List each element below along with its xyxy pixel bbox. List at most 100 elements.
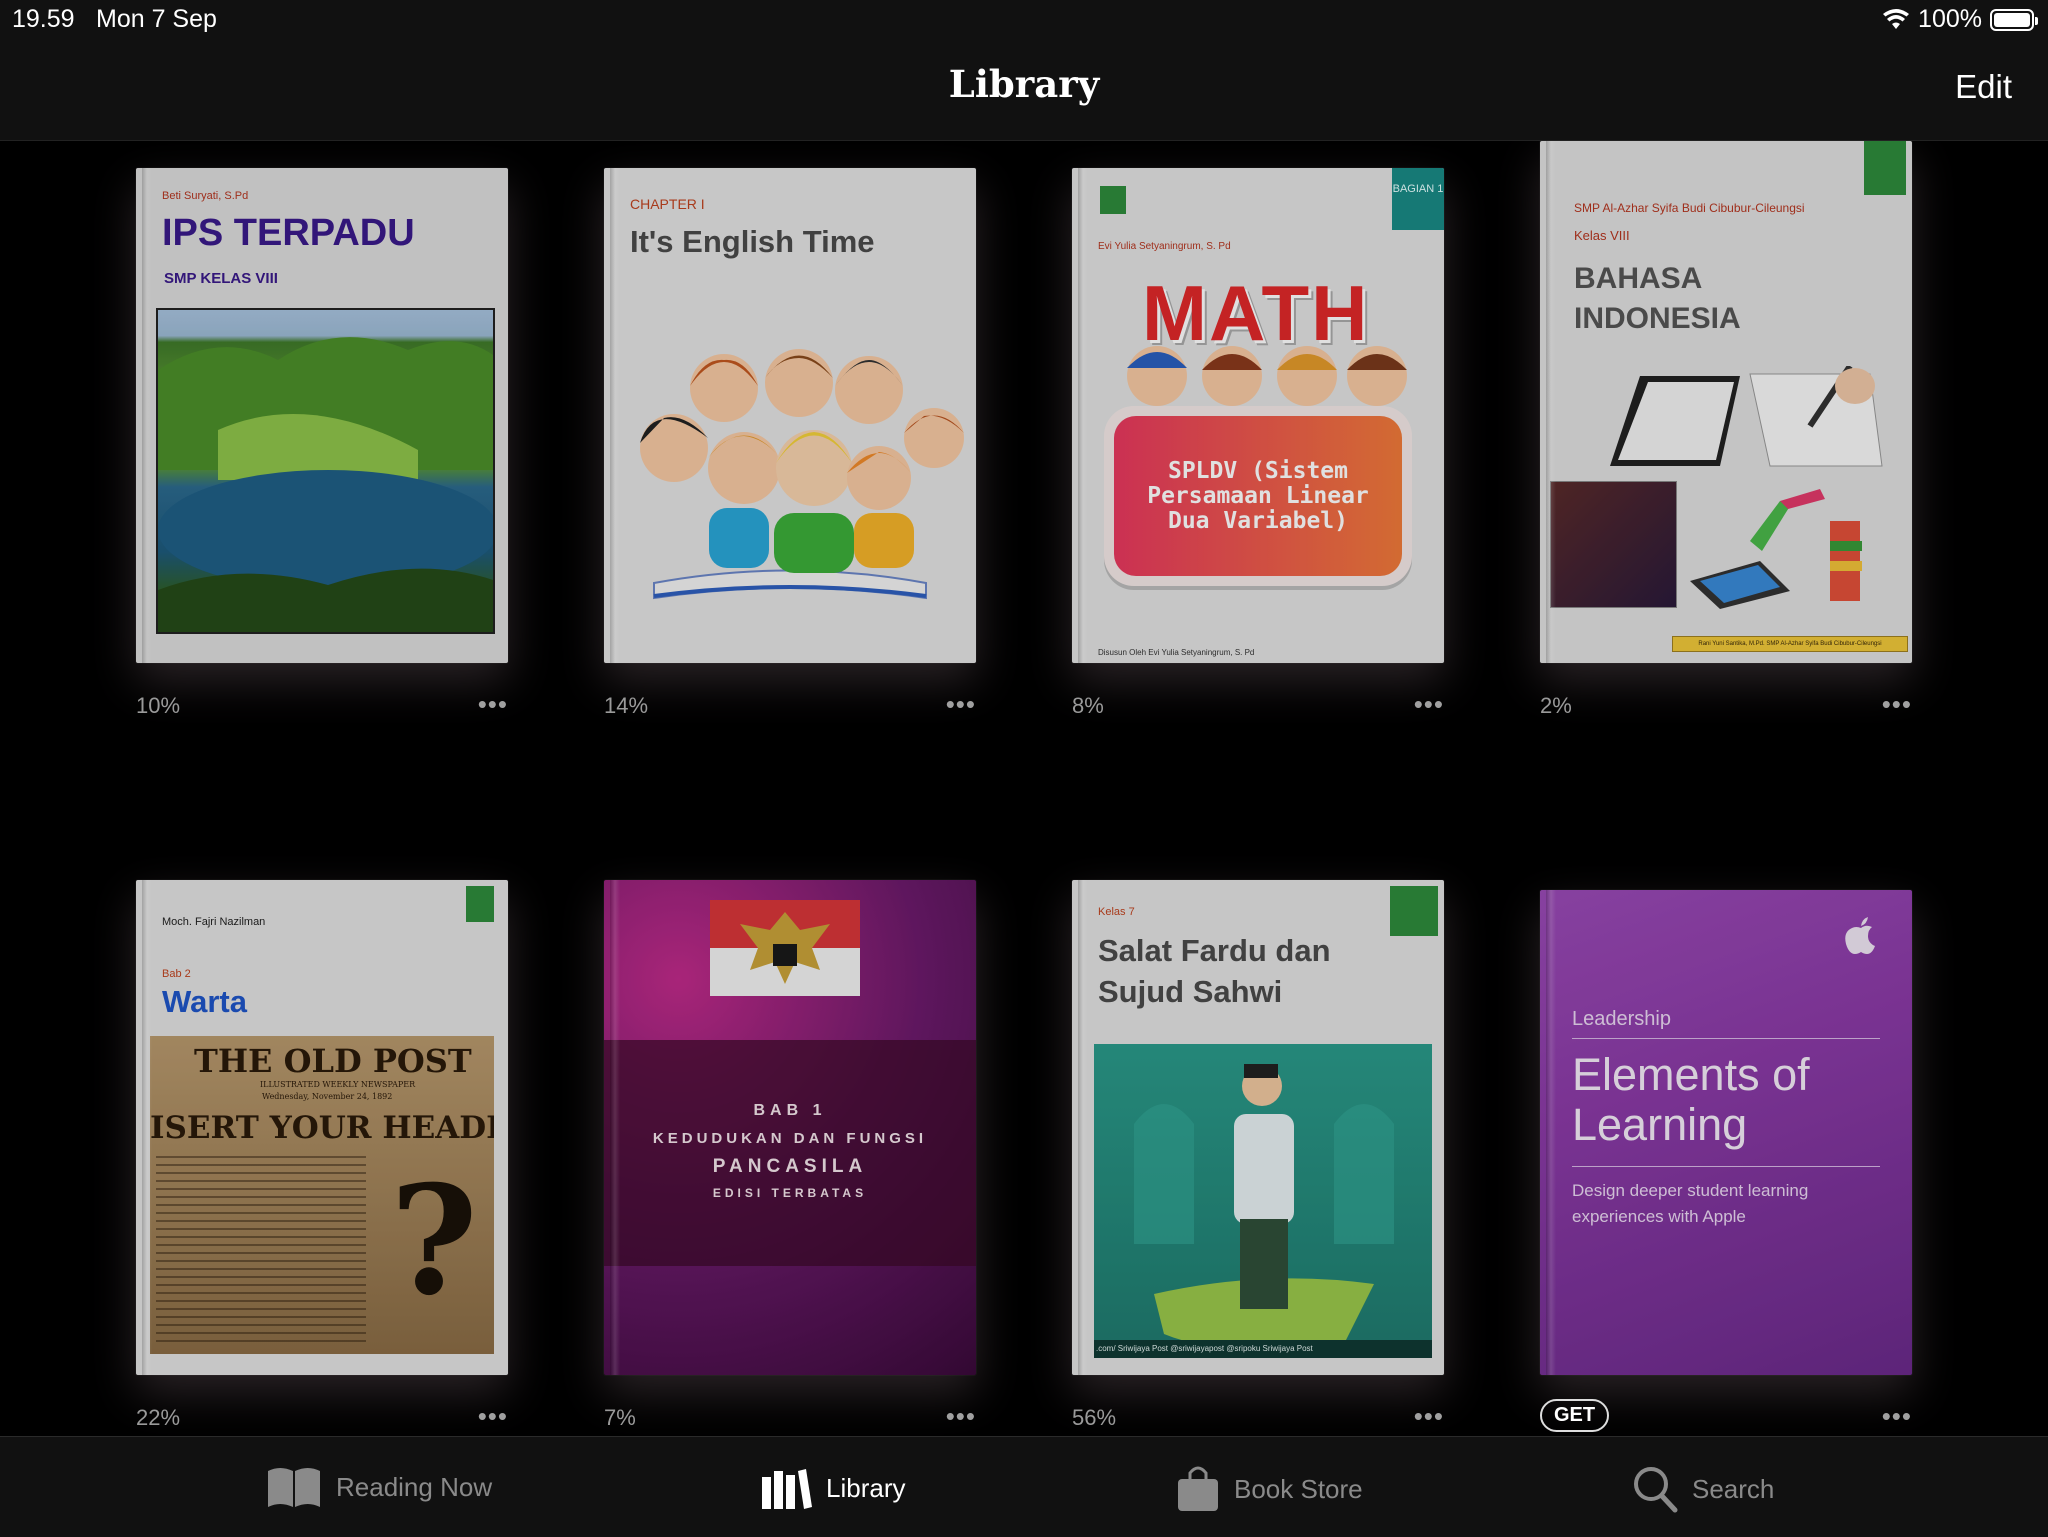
wifi-icon bbox=[1883, 8, 1910, 29]
status-bar: 19.59 Mon 7 Sep 100% bbox=[0, 0, 2048, 40]
more-options-button[interactable]: ••• bbox=[1414, 1401, 1444, 1432]
more-options-button[interactable]: ••• bbox=[1882, 1401, 1912, 1432]
cover-image-lake bbox=[156, 308, 495, 634]
divider bbox=[1572, 1166, 1880, 1167]
school-logo-icon bbox=[1864, 141, 1906, 195]
book-cover[interactable]: CHAPTER I It's English Time bbox=[604, 168, 976, 663]
book-grade: Kelas VIII bbox=[1574, 228, 1630, 243]
book-cover[interactable]: Kelas 7 Salat Fardu dan Sujud Sahwi .com… bbox=[1072, 880, 1444, 1375]
part-badge: BAGIAN 1 bbox=[1392, 168, 1444, 230]
question-mark-icon: ? bbox=[390, 1153, 478, 1329]
book-meta: GET ••• bbox=[1540, 1399, 1912, 1435]
book-chapter: BAB 1 bbox=[753, 1102, 827, 1119]
publisher-logo-icon bbox=[466, 886, 494, 922]
reading-progress: 2% bbox=[1540, 693, 1572, 718]
tab-label: Reading Now bbox=[336, 1471, 493, 1502]
tab-reading-now[interactable]: Reading Now bbox=[266, 1465, 492, 1509]
publisher-logo-icon bbox=[1100, 186, 1126, 214]
cover-illustration-kids bbox=[1112, 338, 1412, 408]
book-meta: 7% ••• bbox=[604, 1401, 976, 1435]
book-title: BAHASA INDONESIA bbox=[1574, 262, 1741, 335]
book-cover[interactable]: BAB 1 KEDUDUKAN DAN FUNGSI PANCASILA EDI… bbox=[604, 880, 976, 1375]
cover-image-newspaper: THE OLD POST ILLUSTRATED WEEKLY NEWSPAPE… bbox=[150, 1036, 494, 1354]
reading-progress: 22% bbox=[136, 1405, 181, 1430]
book-meta: 2% ••• bbox=[1540, 689, 1912, 723]
book-title: Warta bbox=[162, 984, 247, 1019]
reading-progress: 56% bbox=[1072, 1405, 1117, 1430]
book-footer: .com/ Sriwijaya Post @sriwijayapost @sri… bbox=[1094, 1340, 1432, 1358]
book-school: SMP Al-Azhar Syifa Budi Cibubur-Cileungs… bbox=[1574, 201, 1805, 215]
book-author: Evi Yulia Setyaningrum, S. Pd bbox=[1098, 241, 1231, 252]
cover-image-tablet bbox=[1600, 364, 1890, 476]
book-meta: 56% ••• bbox=[1072, 1401, 1444, 1435]
book-title: IPS TERPADU bbox=[162, 212, 415, 254]
status-date: Mon 7 Sep bbox=[96, 5, 217, 33]
book-meta: 10% ••• bbox=[136, 689, 508, 723]
book-subtitle: SPLDV (Sistem Persamaan Linear Dua Varia… bbox=[1114, 416, 1402, 576]
book-cover[interactable]: Moch. Fajri Nazilman Bab 2 Warta THE OLD… bbox=[136, 880, 508, 1375]
tab-label: Library bbox=[826, 1472, 906, 1503]
more-options-button[interactable]: ••• bbox=[1414, 689, 1444, 720]
divider bbox=[1572, 1038, 1880, 1039]
book-chapter: CHAPTER I bbox=[630, 196, 705, 212]
more-options-button[interactable]: ••• bbox=[1882, 689, 1912, 720]
flag-garuda-icon bbox=[710, 900, 860, 996]
library-grid: Beti Suryati, S.Pd IPS TERPADU SMP KELAS… bbox=[0, 141, 2048, 1436]
newspaper-columns bbox=[156, 1156, 366, 1346]
book-meta: 22% ••• bbox=[136, 1401, 508, 1435]
reading-progress: 10% bbox=[136, 693, 181, 718]
tab-book-store[interactable]: Book Store bbox=[1176, 1465, 1363, 1513]
book-edition: EDISI TERBATAS bbox=[712, 1186, 868, 1200]
tab-bar: Reading Now Library Book Store Search bbox=[0, 1436, 2048, 1537]
tab-search[interactable]: Search bbox=[1632, 1465, 1774, 1513]
book-subtitle: SMP KELAS VIII bbox=[164, 270, 278, 287]
book-meta: 14% ••• bbox=[604, 689, 976, 723]
book-meta: 8% ••• bbox=[1072, 689, 1444, 723]
status-time: 19.59 bbox=[12, 5, 75, 33]
page-title: Library bbox=[948, 62, 1100, 106]
tab-label: Book Store bbox=[1234, 1473, 1363, 1504]
more-options-button[interactable]: ••• bbox=[946, 1401, 976, 1432]
battery-percentage: 100% bbox=[1918, 5, 1982, 33]
book-cover[interactable]: BAGIAN 1 Evi Yulia Setyaningrum, S. Pd M… bbox=[1072, 168, 1444, 663]
newspaper-date: Wednesday, November 24, 1892 bbox=[262, 1092, 393, 1101]
reading-progress: 7% bbox=[604, 1405, 636, 1430]
battery-icon bbox=[1990, 8, 2038, 31]
book-subtitle: Design deeper student learning experienc… bbox=[1572, 1181, 1809, 1226]
reading-progress: 14% bbox=[604, 693, 649, 718]
book-cover[interactable]: Leadership Elements of Learning Design d… bbox=[1540, 890, 1912, 1375]
shopping-bag-icon bbox=[1178, 1466, 1218, 1511]
more-options-button[interactable]: ••• bbox=[478, 689, 508, 720]
book-author: Moch. Fajri Nazilman bbox=[162, 916, 266, 928]
book-footer: Rani Yuni Santika, M.Pd. SMP Al-Azhar Sy… bbox=[1672, 636, 1908, 652]
book-footer: Disusun Oleh Evi Yulia Setyaningrum, S. … bbox=[1098, 648, 1255, 657]
book-title: KEDUDUKAN DAN FUNGSI bbox=[652, 1130, 928, 1147]
cover-image-stylus bbox=[1550, 481, 1677, 608]
cover-illustration-kids bbox=[614, 328, 966, 628]
search-icon bbox=[1634, 1467, 1678, 1513]
book-cover[interactable]: SMP Al-Azhar Syifa Budi Cibubur-Cileungs… bbox=[1540, 141, 1912, 663]
newspaper-subtitle: ILLUSTRATED WEEKLY NEWSPAPER bbox=[260, 1080, 416, 1089]
book-title: Salat Fardu dan Sujud Sahwi bbox=[1098, 933, 1331, 1009]
get-button[interactable]: GET bbox=[1540, 1399, 1610, 1432]
cover-speech-bubble: SPLDV (Sistem Persamaan Linear Dua Varia… bbox=[1104, 406, 1412, 586]
book-author: Beti Suryati, S.Pd bbox=[162, 190, 249, 202]
book-open-icon bbox=[268, 1468, 320, 1507]
reading-progress: 8% bbox=[1072, 693, 1104, 718]
apple-logo-icon bbox=[1844, 916, 1878, 956]
book-category: Leadership bbox=[1572, 1008, 1671, 1030]
book-grade: Kelas 7 bbox=[1098, 906, 1135, 918]
book-title: Elements of Learning bbox=[1572, 1049, 1810, 1150]
book-cover[interactable]: Beti Suryati, S.Pd IPS TERPADU SMP KELAS… bbox=[136, 168, 508, 663]
title-band: BAB 1 KEDUDUKAN DAN FUNGSI PANCASILA EDI… bbox=[604, 1040, 976, 1266]
publisher-logo-icon bbox=[1390, 886, 1438, 936]
edit-button[interactable]: Edit bbox=[1955, 68, 2012, 106]
more-options-button[interactable]: ••• bbox=[478, 1401, 508, 1432]
library-icon bbox=[762, 1469, 812, 1509]
newspaper-headline: ISERT YOUR HEADLIN bbox=[150, 1110, 494, 1146]
tab-library[interactable]: Library bbox=[760, 1465, 905, 1511]
book-title-main: PANCASILA bbox=[712, 1156, 868, 1177]
more-options-button[interactable]: ••• bbox=[946, 689, 976, 720]
status-right: 100% bbox=[1882, 5, 2038, 34]
cover-illustration-prayer: .com/ Sriwijaya Post @sriwijayapost @sri… bbox=[1094, 1044, 1432, 1358]
